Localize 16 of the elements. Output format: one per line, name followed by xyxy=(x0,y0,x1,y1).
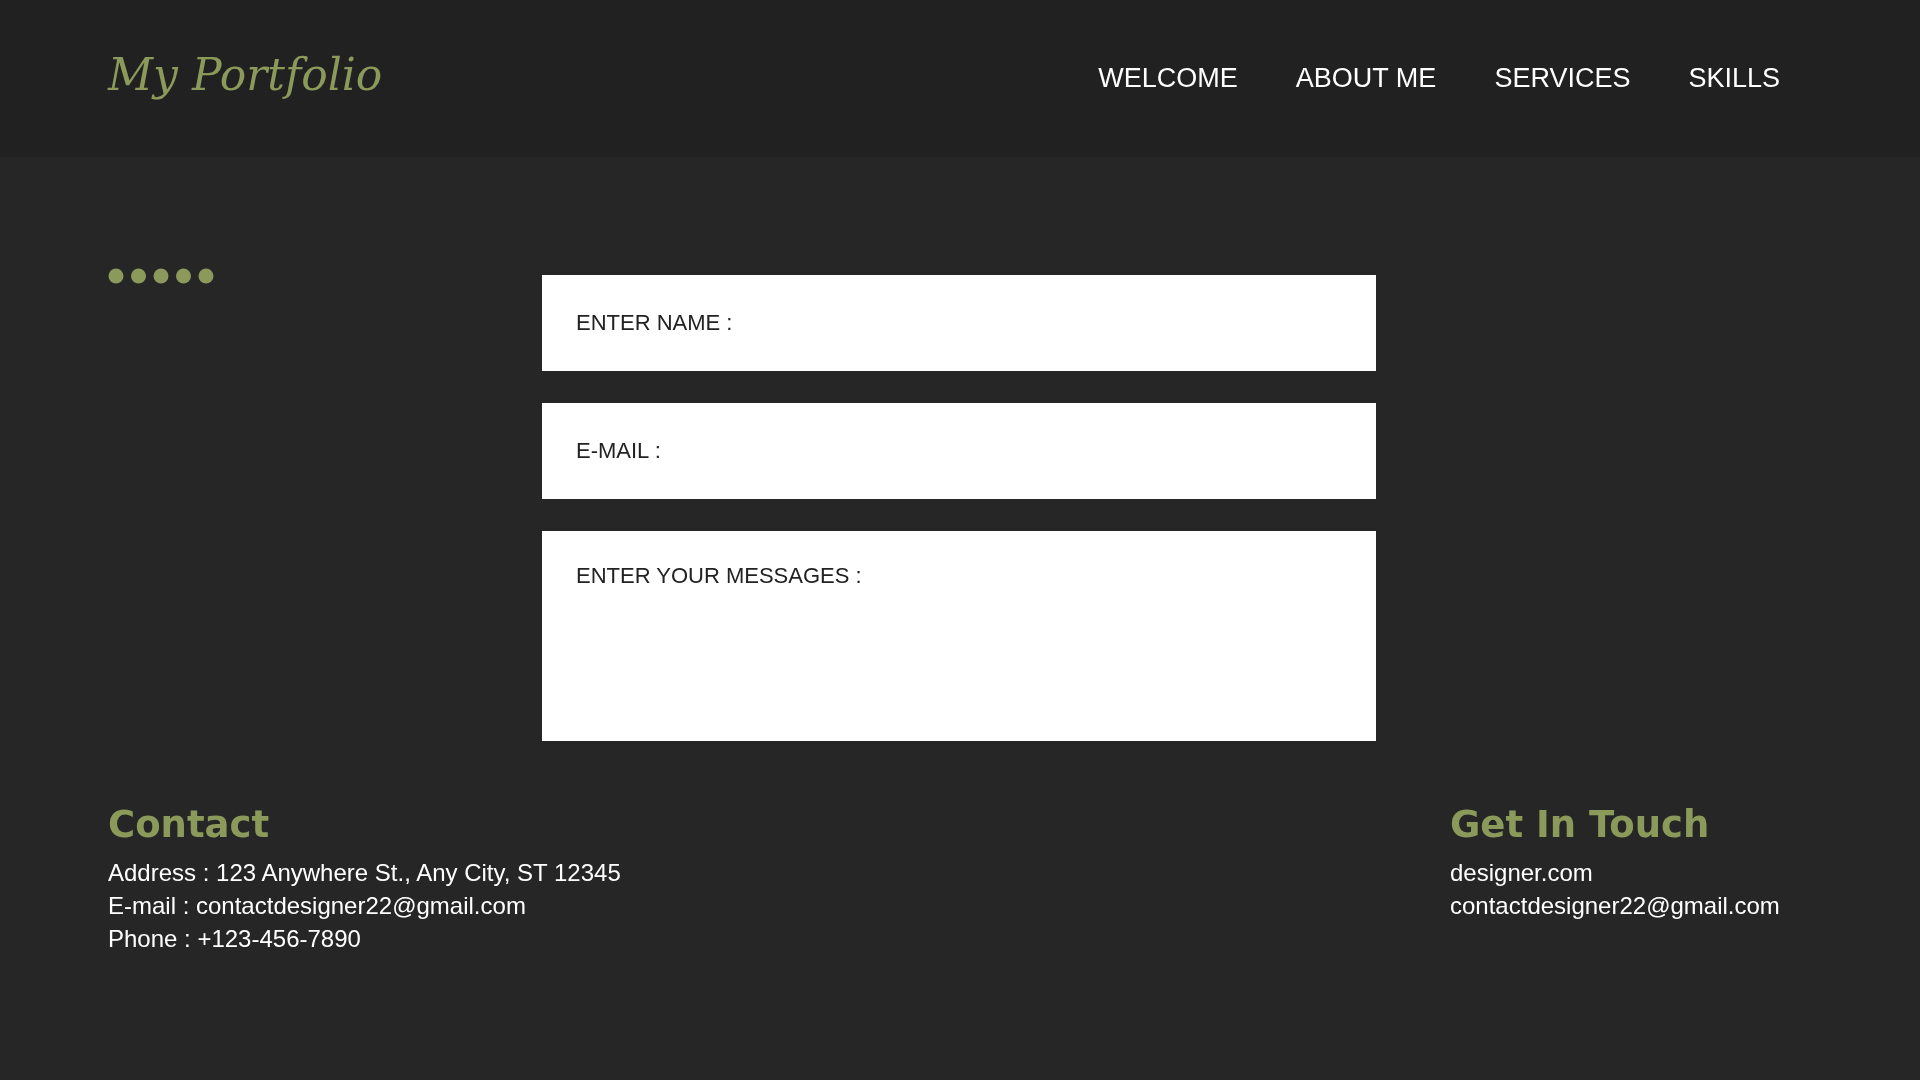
contact-text: contactdesigner22@gmail.com xyxy=(1450,891,1781,921)
contact-heading: Contact xyxy=(108,803,271,846)
nav-link[interactable]: WELCOME xyxy=(1098,63,1238,94)
nav-link[interactable]: SKILLS xyxy=(1688,63,1780,94)
input-field[interactable]: ENTER NAME : xyxy=(542,275,1376,371)
contact-text: designer.com xyxy=(1450,858,1594,888)
dots-icon xyxy=(108,268,214,284)
contact-text: Address : 123 Anywhere St., Any City, ST 12345 xyxy=(108,858,621,888)
get-in-touch-heading: Get In Touch xyxy=(1450,803,1711,846)
contact-text: Phone : +123-456-7890 xyxy=(108,924,362,954)
nav-link[interactable]: ABOUT ME xyxy=(1295,63,1437,94)
logo[interactable]: My Portfolio xyxy=(108,49,383,108)
nav-link[interactable]: SERVICES xyxy=(1494,63,1631,94)
message-field[interactable]: ENTER YOUR MESSAGES : xyxy=(542,531,1376,741)
contact-text: E-mail : contactdesigner22@gmail.com xyxy=(108,891,527,921)
input-field[interactable]: E-MAIL : xyxy=(542,403,1376,499)
